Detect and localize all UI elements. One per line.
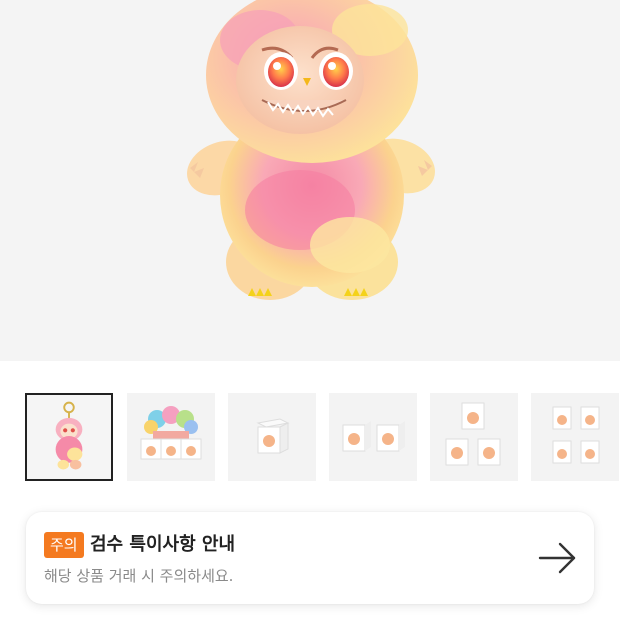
inspection-notice-card[interactable]: 주의 검수 특이사항 안내 해당 상품 거래 시 주의하세요. bbox=[26, 512, 594, 604]
keychain-figure-icon bbox=[55, 401, 83, 470]
thumbnail-4[interactable] bbox=[329, 393, 417, 481]
notice-title: 검수 특이사항 안내 bbox=[90, 534, 236, 555]
three-boxes-icon bbox=[445, 402, 501, 466]
thumbnail-1[interactable] bbox=[25, 393, 113, 481]
thumbnail-6[interactable] bbox=[531, 393, 619, 481]
thumbnail-3[interactable] bbox=[228, 393, 316, 481]
thumbnail-strip bbox=[0, 393, 620, 481]
four-boxes-icon bbox=[552, 406, 600, 464]
product-main-image[interactable] bbox=[0, 0, 620, 361]
notice-description: 해당 상품 거래 시 주의하세요. bbox=[44, 567, 234, 585]
thumbnail-5[interactable] bbox=[430, 393, 518, 481]
box-set-display-icon bbox=[140, 406, 202, 460]
single-box-icon bbox=[256, 418, 290, 454]
thumbnail-2[interactable] bbox=[127, 393, 215, 481]
arrow-right-icon[interactable] bbox=[538, 540, 578, 576]
fluffy-monster-figure-icon bbox=[187, 0, 435, 300]
caution-badge: 주의 bbox=[44, 532, 84, 558]
two-boxes-icon bbox=[342, 421, 405, 452]
